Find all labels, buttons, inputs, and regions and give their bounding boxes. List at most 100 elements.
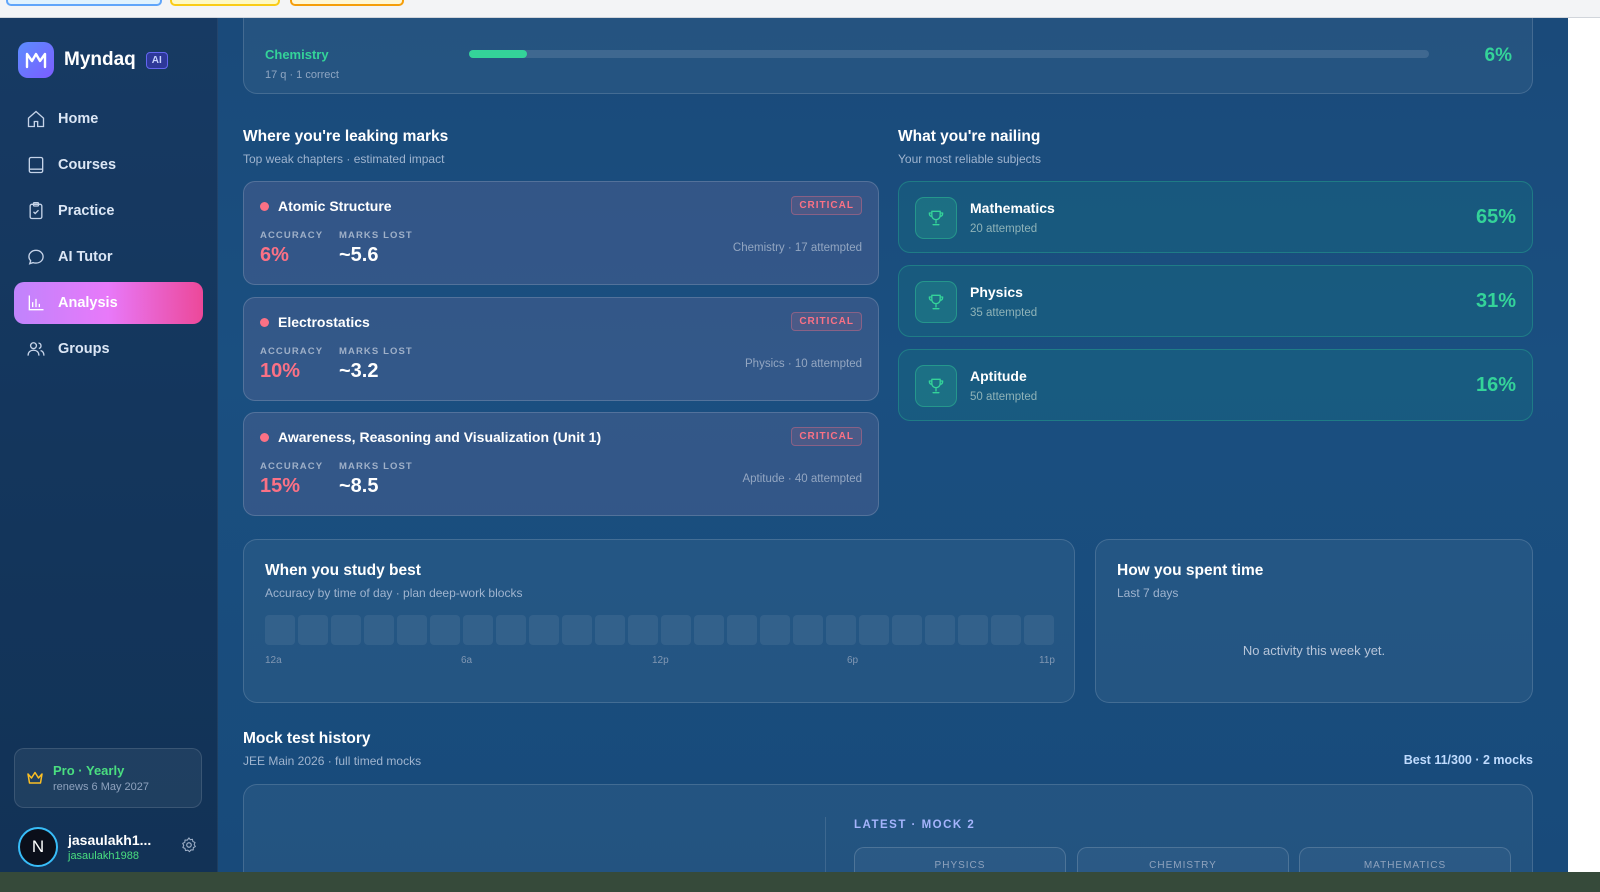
- mock-section-title: Mock test history: [243, 730, 371, 747]
- hour-cell: [298, 615, 328, 645]
- hour-cell: [331, 615, 361, 645]
- marks-lost-label: MARKS LOST: [339, 461, 413, 472]
- nav-item-groups[interactable]: Groups: [14, 328, 203, 370]
- status-dot: [260, 202, 269, 211]
- user-handle: jasaulakh1988: [68, 850, 139, 862]
- chapter-meta: Physics · 10 attempted: [745, 358, 862, 370]
- chapter-name: Electrostatics: [278, 314, 370, 330]
- marks-lost-label: MARKS LOST: [339, 230, 413, 241]
- chapter-name: Atomic Structure: [278, 198, 392, 214]
- hour-cell: [265, 615, 295, 645]
- nav-item-courses[interactable]: Courses: [14, 144, 203, 186]
- book-icon: [28, 156, 44, 174]
- accuracy-label: ACCURACY: [260, 461, 324, 472]
- hour-cell: [727, 615, 757, 645]
- hour-cell: [958, 615, 988, 645]
- plan-renewal: renews 6 May 2027: [53, 781, 149, 793]
- browser-tab-strip: [0, 0, 1600, 18]
- hour-label: 6a: [461, 655, 473, 666]
- nav-label: Practice: [58, 203, 115, 219]
- hour-cell: [496, 615, 526, 645]
- accuracy-value: 6%: [260, 244, 289, 266]
- subject-name: Aptitude: [970, 368, 1027, 384]
- weak-chapter-card[interactable]: Electrostatics CRITICAL ACCURACY MARKS L…: [243, 297, 879, 401]
- chapter-meta: Aptitude · 40 attempted: [742, 473, 862, 485]
- subject-percent: 6%: [1484, 45, 1512, 66]
- avatar[interactable]: N: [18, 827, 58, 867]
- marks-lost-value: ~5.6: [339, 244, 379, 266]
- accuracy-label: ACCURACY: [260, 230, 324, 241]
- trophy-icon: [915, 365, 957, 407]
- nav-item-ai-tutor[interactable]: AI Tutor: [14, 236, 203, 278]
- strong-subject-card[interactable]: Mathematics 20 attempted 65%: [898, 181, 1533, 253]
- strong-section-subtitle: Your most reliable subjects: [898, 152, 1041, 166]
- hour-cell: [760, 615, 790, 645]
- hour-cell: [892, 615, 922, 645]
- logo-icon: [18, 42, 54, 78]
- plan-card[interactable]: Pro · Yearly renews 6 May 2027: [14, 748, 202, 808]
- chapter-meta: Chemistry · 17 attempted: [732, 242, 862, 254]
- user-profile[interactable]: N jasaulakh1... jasaulakh1988: [18, 824, 208, 870]
- subject-sub: 17 q · 1 correct: [265, 69, 339, 81]
- sidebar: Myndaq AI Home Courses Practice AI Tutor…: [0, 18, 218, 892]
- browser-tab[interactable]: [290, 0, 404, 6]
- hour-cell: [1024, 615, 1054, 645]
- trophy-icon: [915, 281, 957, 323]
- hour-cell: [826, 615, 856, 645]
- subject-progress-card: Chemistry 17 q · 1 correct 6%: [243, 18, 1533, 94]
- strong-section-title: What you're nailing: [898, 128, 1041, 145]
- weak-chapter-card[interactable]: Awareness, Reasoning and Visualization (…: [243, 412, 879, 516]
- bar-chart-icon: [28, 295, 44, 311]
- subject-percent: 65%: [1475, 206, 1516, 228]
- crown-icon: [27, 771, 43, 784]
- subject-attempted: 50 attempted: [970, 391, 1038, 403]
- hour-cell: [793, 615, 823, 645]
- subject-name: Chemistry: [265, 47, 329, 62]
- desktop-background-strip: [0, 872, 1600, 892]
- accuracy-value: 10%: [260, 360, 301, 382]
- nav-item-home[interactable]: Home: [14, 98, 203, 140]
- clipboard-icon: [29, 202, 43, 220]
- brand[interactable]: Myndaq AI: [18, 42, 168, 78]
- nav-label: Groups: [58, 341, 110, 357]
- weak-section-subtitle: Top weak chapters · estimated impact: [243, 152, 445, 166]
- progress-bar: [469, 50, 1429, 58]
- status-dot: [260, 433, 269, 442]
- critical-badge: CRITICAL: [791, 312, 862, 331]
- study-card-subtitle: Accuracy by time of day · plan deep-work…: [265, 586, 523, 600]
- critical-badge: CRITICAL: [791, 196, 862, 215]
- latest-mock-label: LATEST · MOCK 2: [854, 819, 976, 831]
- hour-heatmap: [265, 615, 1054, 645]
- weak-chapter-card[interactable]: Atomic Structure CRITICAL ACCURACY MARKS…: [243, 181, 879, 285]
- hour-cell: [661, 615, 691, 645]
- strong-subject-card[interactable]: Physics 35 attempted 31%: [898, 265, 1533, 337]
- hour-label: 12a: [265, 655, 282, 666]
- hour-cell: [397, 615, 427, 645]
- hour-cell: [694, 615, 724, 645]
- main-content: Chemistry 17 q · 1 correct 6% Where you'…: [218, 18, 1568, 892]
- chat-icon: [28, 249, 44, 265]
- hour-cell: [595, 615, 625, 645]
- strong-subject-card[interactable]: Aptitude 50 attempted 16%: [898, 349, 1533, 421]
- marks-lost-label: MARKS LOST: [339, 346, 413, 357]
- nav-item-analysis[interactable]: Analysis: [14, 282, 203, 324]
- gear-icon[interactable]: [180, 836, 198, 854]
- accuracy-label: ACCURACY: [260, 346, 324, 357]
- browser-tab[interactable]: [170, 0, 280, 6]
- home-icon: [27, 110, 45, 128]
- marks-lost-value: ~3.2: [339, 360, 379, 382]
- subject-percent: 31%: [1475, 290, 1516, 312]
- hour-cell: [925, 615, 955, 645]
- hour-label: 11p: [1039, 655, 1055, 666]
- browser-tab[interactable]: [6, 0, 162, 6]
- subject-name: Physics: [970, 284, 1023, 300]
- status-dot: [260, 318, 269, 327]
- nav-item-practice[interactable]: Practice: [14, 190, 203, 232]
- hour-label: 6p: [847, 655, 859, 666]
- brand-name: Myndaq: [64, 49, 136, 70]
- critical-badge: CRITICAL: [791, 427, 862, 446]
- plan-title: Pro · Yearly: [53, 763, 125, 778]
- subject-name: Mathematics: [970, 200, 1055, 216]
- mock-best-score: Best 11/300 · 2 mocks: [1403, 753, 1533, 767]
- nav-label: Analysis: [58, 295, 118, 311]
